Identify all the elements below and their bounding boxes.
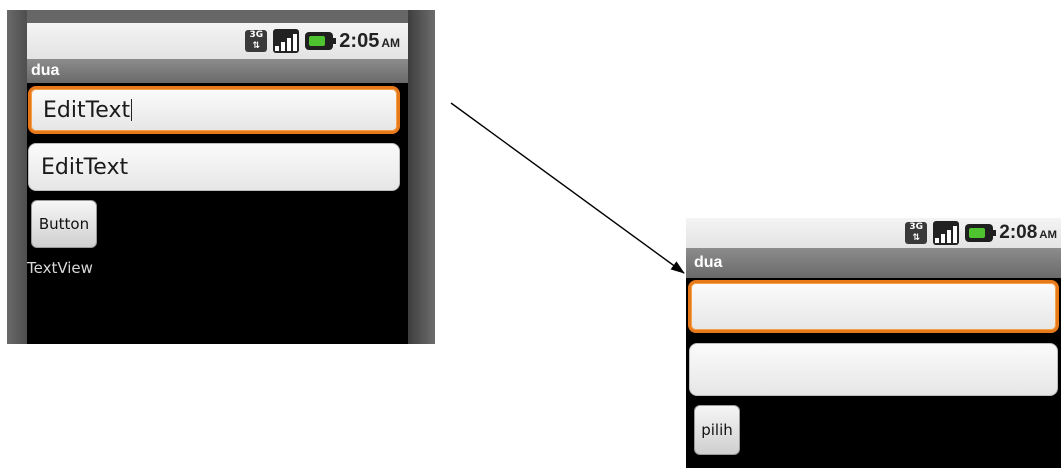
signal-icon bbox=[933, 221, 960, 245]
pilih-button[interactable]: pilih bbox=[694, 405, 740, 455]
app-title-bar: dua bbox=[686, 248, 1061, 278]
status-time: 2:08 bbox=[999, 222, 1038, 243]
button-label: pilih bbox=[701, 421, 733, 439]
status-clock: 2:08 AM bbox=[999, 222, 1057, 244]
app-title: dua bbox=[694, 254, 723, 271]
status-ampm: AM bbox=[1039, 229, 1057, 241]
edit-text-1[interactable] bbox=[688, 280, 1059, 333]
status-bar: 3G ⇅ 2:08 AM bbox=[686, 218, 1061, 248]
3g-icon: 3G ⇅ bbox=[905, 222, 928, 244]
edit-text-2[interactable] bbox=[689, 343, 1058, 396]
emulator-screenshot-after: 3G ⇅ 2:08 AM dua pilih bbox=[686, 218, 1061, 468]
battery-icon bbox=[965, 224, 997, 242]
